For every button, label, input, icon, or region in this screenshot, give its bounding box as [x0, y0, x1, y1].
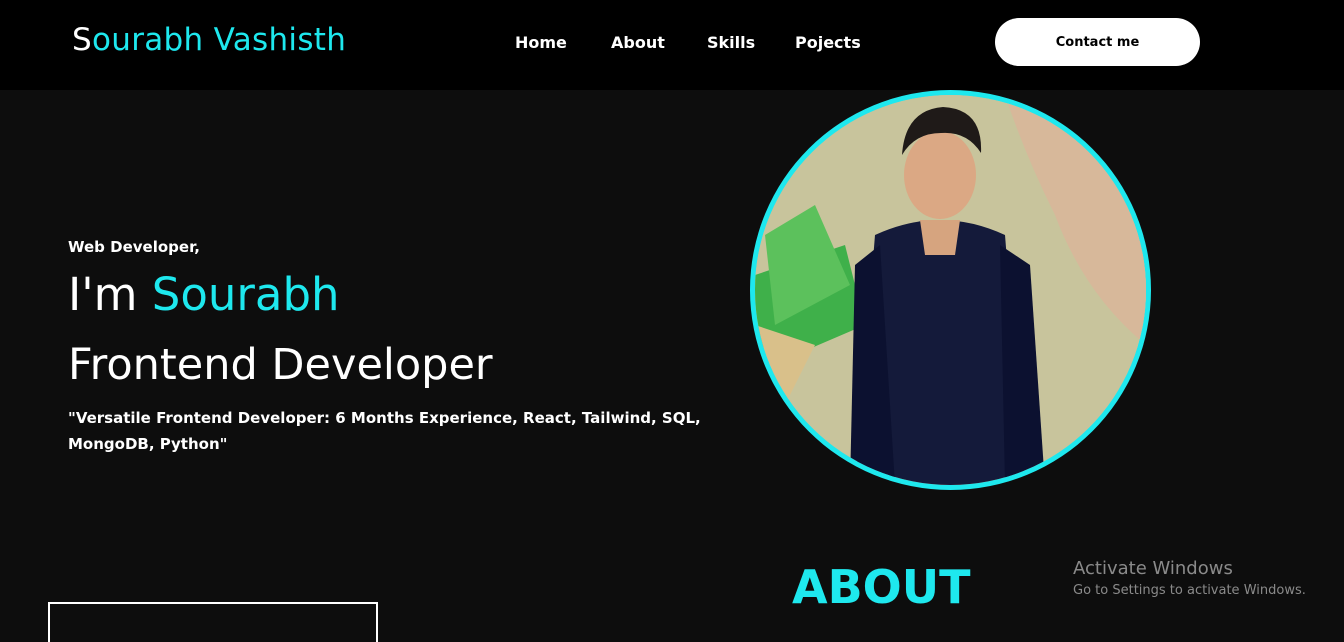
nav-home[interactable]: Home: [515, 33, 567, 52]
hero-tagline: Web Developer,: [68, 238, 200, 256]
nav-skills[interactable]: Skills: [707, 33, 755, 52]
navbar: Sourabh Vashisth Home About Skills Pojec…: [0, 0, 1344, 90]
nav-about[interactable]: About: [611, 33, 665, 52]
intro-name: Sourabh: [151, 268, 340, 321]
about-section-title: ABOUT: [792, 560, 971, 614]
watermark-title: Activate Windows: [1073, 558, 1233, 579]
contact-me-button[interactable]: Contact me: [995, 18, 1200, 66]
logo-rest: ourabh Vashisth: [91, 22, 347, 58]
watermark-subtitle: Go to Settings to activate Windows.: [1073, 583, 1306, 598]
profile-photo: [750, 90, 1151, 490]
intro-prefix: I'm: [68, 268, 152, 321]
hero-description: "Versatile Frontend Developer: 6 Months …: [68, 409, 701, 453]
hero-role: Frontend Developer: [68, 340, 493, 390]
about-card-outline: [48, 602, 378, 642]
profile-photo-illustration: [755, 95, 1146, 485]
hero-intro: I'm Sourabh: [68, 268, 340, 321]
site-logo[interactable]: Sourabh Vashisth: [72, 22, 346, 58]
logo-initial: S: [72, 22, 92, 58]
activate-windows-watermark: Activate Windows Go to Settings to activ…: [1073, 558, 1306, 598]
nav-projects[interactable]: Pojects: [795, 33, 861, 52]
